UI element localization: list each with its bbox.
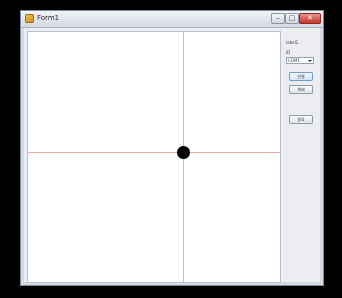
control-panel: label1 ID COM1 연결 해제 종료 — [284, 31, 318, 283]
port-dropdown[interactable]: COM1 — [286, 57, 314, 64]
minimize-button[interactable]: – — [271, 13, 285, 24]
connect-button[interactable]: 연결 — [289, 72, 313, 81]
close-button[interactable]: ✕ — [299, 13, 321, 24]
drawing-canvas[interactable] — [27, 31, 281, 283]
port-dropdown-value: COM1 — [288, 58, 300, 63]
chevron-down-icon — [308, 60, 312, 62]
client-area: label1 ID COM1 연결 해제 종료 — [24, 28, 320, 283]
combo-label: ID — [286, 50, 291, 55]
app-window: Form1 – □ ✕ label1 ID COM1 연결 해제 종료 — [20, 10, 324, 286]
exit-button[interactable]: 종료 — [289, 115, 313, 124]
title-bar[interactable]: Form1 – □ ✕ — [21, 11, 323, 28]
position-marker-dot[interactable] — [177, 146, 190, 159]
maximize-button[interactable]: □ — [285, 13, 299, 24]
window-title: Form1 — [37, 14, 60, 22]
label-top: label1 — [286, 40, 299, 45]
disconnect-button[interactable]: 해제 — [289, 85, 313, 94]
crosshair-horizontal-line — [28, 152, 280, 153]
app-icon — [25, 14, 34, 23]
